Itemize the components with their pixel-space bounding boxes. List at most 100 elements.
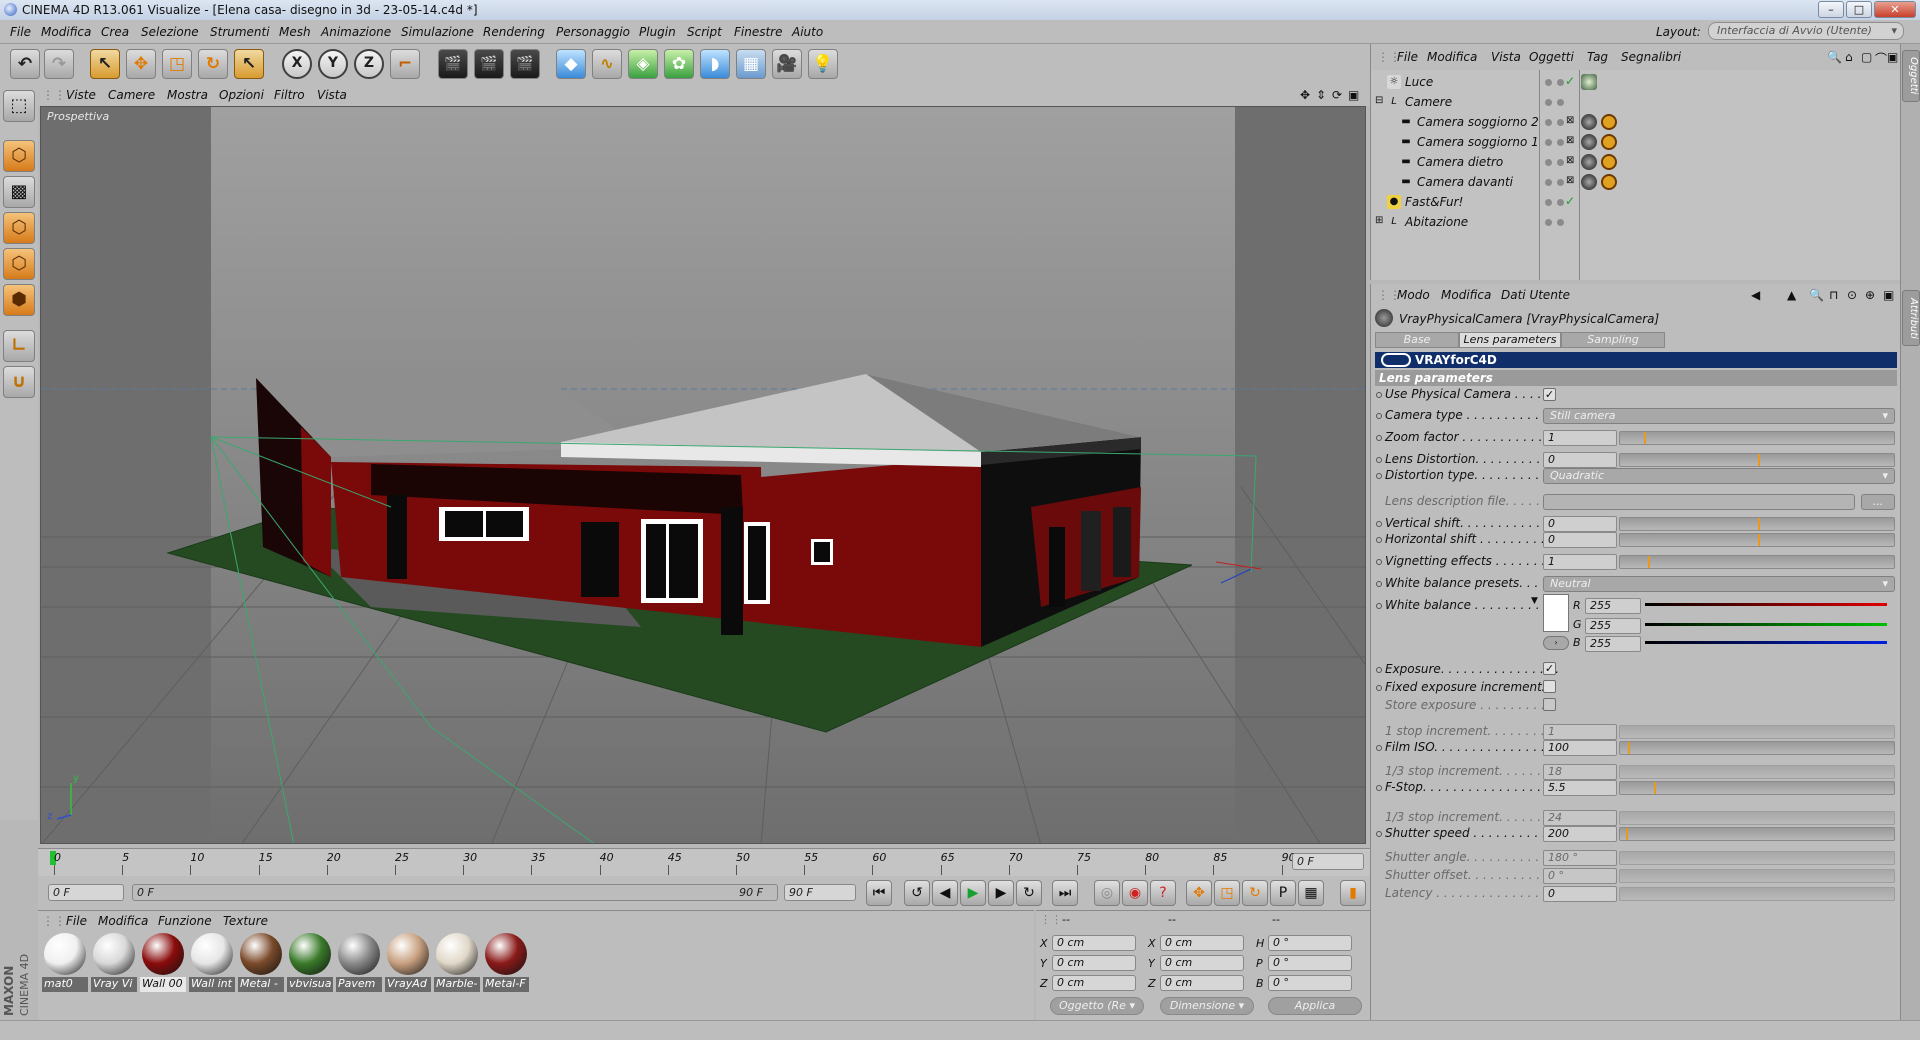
render-visibility-dot[interactable]: [1557, 179, 1564, 186]
maximize-panel-icon[interactable]: ▣: [1887, 50, 1898, 64]
undo-button[interactable]: ↶: [10, 49, 40, 79]
apply-button[interactable]: Applica: [1268, 997, 1362, 1015]
size-z-field[interactable]: 0 cm: [1160, 975, 1244, 991]
prev-frame-icon[interactable]: ◀: [932, 880, 958, 906]
menu-strumenti[interactable]: Strumenti: [210, 25, 270, 39]
vertical-shift-field[interactable]: 0: [1543, 516, 1617, 532]
rot-p-field[interactable]: 0 °: [1268, 955, 1352, 971]
bookmark-icon[interactable]: ▢: [1861, 50, 1872, 64]
menu-aiuto[interactable]: Aiuto: [792, 25, 823, 39]
render-view-button[interactable]: 🎬: [438, 49, 468, 79]
size-x-field[interactable]: 0 cm: [1160, 935, 1244, 951]
object-row[interactable]: ⊞ L Abitazione: [1371, 212, 1901, 232]
autokey-icon[interactable]: ◉: [1122, 880, 1148, 906]
y-axis-button[interactable]: Y: [318, 49, 348, 79]
zoom-factor-slider[interactable]: [1619, 431, 1895, 445]
go-to-start-icon[interactable]: ⏮: [866, 880, 892, 906]
menu-mesh[interactable]: Mesh: [279, 25, 311, 39]
object-row[interactable]: ▬ Camera soggiorno 2 ⊠: [1371, 112, 1901, 132]
vertical-shift-slider[interactable]: [1619, 517, 1895, 531]
zoom-factor-field[interactable]: 1: [1543, 430, 1617, 446]
menu-simulazione[interactable]: Simulazione: [401, 25, 474, 39]
maximize-view-icon[interactable]: ▣: [1348, 88, 1359, 102]
shutter-offset-field[interactable]: 0 °: [1543, 868, 1617, 884]
render-visibility-dot[interactable]: [1557, 219, 1564, 226]
obj-menu-tag[interactable]: Tag: [1587, 50, 1608, 64]
size-mode-dropdown[interactable]: Dimensione ▾: [1160, 997, 1254, 1015]
tab-oggetti[interactable]: Oggetti: [1902, 50, 1920, 102]
timeline-ruler[interactable]: 0 5 10 15 20 25 30 35 40 45 50 55 60 65 70 75 80 85 90 0 F: [38, 848, 1370, 876]
prev-key-icon[interactable]: ↺: [904, 880, 930, 906]
obj-menu-file[interactable]: File: [1397, 50, 1418, 64]
tab-lens-parameters[interactable]: Lens parameters: [1459, 332, 1561, 348]
object-row[interactable]: ⊟ L Camere: [1371, 92, 1901, 112]
viewport-menu-filtro[interactable]: Filtro: [274, 88, 305, 102]
material-item[interactable]: Metal -: [238, 931, 284, 997]
target-tag-icon[interactable]: [1601, 114, 1617, 130]
obj-menu-vista[interactable]: Vista: [1491, 50, 1521, 64]
shutter-angle-slider[interactable]: [1619, 851, 1895, 865]
obj-menu-modifica[interactable]: Modifica: [1427, 50, 1477, 64]
viewport-menu-mostra[interactable]: Mostra: [167, 88, 208, 102]
g-slider[interactable]: [1645, 623, 1887, 626]
pos-z-field[interactable]: 0 cm: [1052, 975, 1136, 991]
scale-button[interactable]: ◳: [162, 49, 192, 79]
material-item[interactable]: VrayAd: [385, 931, 431, 997]
lens-description-field[interactable]: [1543, 494, 1855, 510]
zoom-icon[interactable]: ⇕: [1316, 88, 1326, 102]
editor-visibility-dot[interactable]: [1545, 99, 1552, 106]
lens-description-browse-button[interactable]: ...: [1861, 494, 1895, 510]
protection-tag-icon[interactable]: ⊠: [1566, 155, 1574, 166]
target-tag-icon[interactable]: [1601, 174, 1617, 190]
enabled-check-icon[interactable]: ✓: [1565, 194, 1575, 208]
expand-arrow-icon[interactable]: ▼: [1531, 596, 1538, 606]
settings-icon[interactable]: ⊙: [1847, 288, 1857, 302]
shutter-speed-field[interactable]: 200: [1543, 826, 1617, 842]
render-visibility-dot[interactable]: [1557, 159, 1564, 166]
latency-slider[interactable]: [1619, 887, 1895, 901]
pos-y-field[interactable]: 0 cm: [1052, 955, 1136, 971]
material-item[interactable]: mat0: [42, 931, 88, 997]
f-stop-slider[interactable]: [1619, 781, 1895, 795]
new-panel-icon[interactable]: ⊕: [1865, 288, 1875, 302]
key-rotation-icon[interactable]: ↻: [1242, 880, 1268, 906]
maximize-panel-icon[interactable]: ▣: [1883, 288, 1894, 302]
editor-visibility-dot[interactable]: [1545, 159, 1552, 166]
viewport-3d[interactable]: Prospettiva y z: [40, 106, 1366, 844]
b-slider[interactable]: [1645, 641, 1887, 644]
menu-personaggio[interactable]: Personaggio: [556, 25, 630, 39]
render-visibility-dot[interactable]: [1557, 119, 1564, 126]
distortion-type-select[interactable]: Quadratic ▾: [1543, 468, 1895, 484]
g-field[interactable]: 255: [1585, 618, 1641, 634]
search-icon[interactable]: 🔍: [1809, 288, 1824, 302]
attr-menu-dati-utente[interactable]: Dati Utente: [1501, 288, 1570, 302]
material-item[interactable]: Wall 00: [140, 931, 186, 997]
expand-icon[interactable]: ⊞: [1375, 215, 1383, 226]
keyframe-selection-icon[interactable]: ?: [1150, 880, 1176, 906]
rot-h-field[interactable]: 0 °: [1268, 935, 1352, 951]
f-stop-field[interactable]: 5.5: [1543, 780, 1617, 796]
axis-mode-button[interactable]: ∟: [3, 330, 35, 362]
collapse-icon[interactable]: ⌒: [1875, 50, 1887, 67]
go-to-end-icon[interactable]: ⏭: [1052, 880, 1078, 906]
render-visibility-dot[interactable]: [1557, 99, 1564, 106]
frame-range-slider[interactable]: 0 F 90 F: [132, 884, 778, 901]
menu-modifica[interactable]: Modifica: [41, 25, 91, 39]
material-item[interactable]: Vray Vi: [91, 931, 137, 997]
spline-button[interactable]: ∿: [592, 49, 622, 79]
coordinate-system-button[interactable]: ⌐: [390, 49, 420, 79]
menu-crea[interactable]: Crea: [101, 25, 129, 39]
editor-visibility-dot[interactable]: [1545, 199, 1552, 206]
object-row[interactable]: ☼ Luce ✓: [1371, 72, 1901, 92]
key-position-icon[interactable]: ✥: [1186, 880, 1212, 906]
rotate-button[interactable]: ↻: [198, 49, 228, 79]
color-picker-toggle[interactable]: ›: [1543, 636, 1569, 650]
edges-mode-button[interactable]: ⬡: [3, 248, 35, 280]
object-row[interactable]: ▬ Camera soggiorno 1 ⊠: [1371, 132, 1901, 152]
maximize-button[interactable]: □: [1846, 1, 1872, 18]
third-stop-2-slider[interactable]: [1619, 811, 1895, 825]
render-settings-button[interactable]: 🎬: [510, 49, 540, 79]
white-balance-swatch[interactable]: [1543, 594, 1569, 632]
array-button[interactable]: ✿: [664, 49, 694, 79]
polygons-mode-button[interactable]: ⬢: [3, 284, 35, 316]
